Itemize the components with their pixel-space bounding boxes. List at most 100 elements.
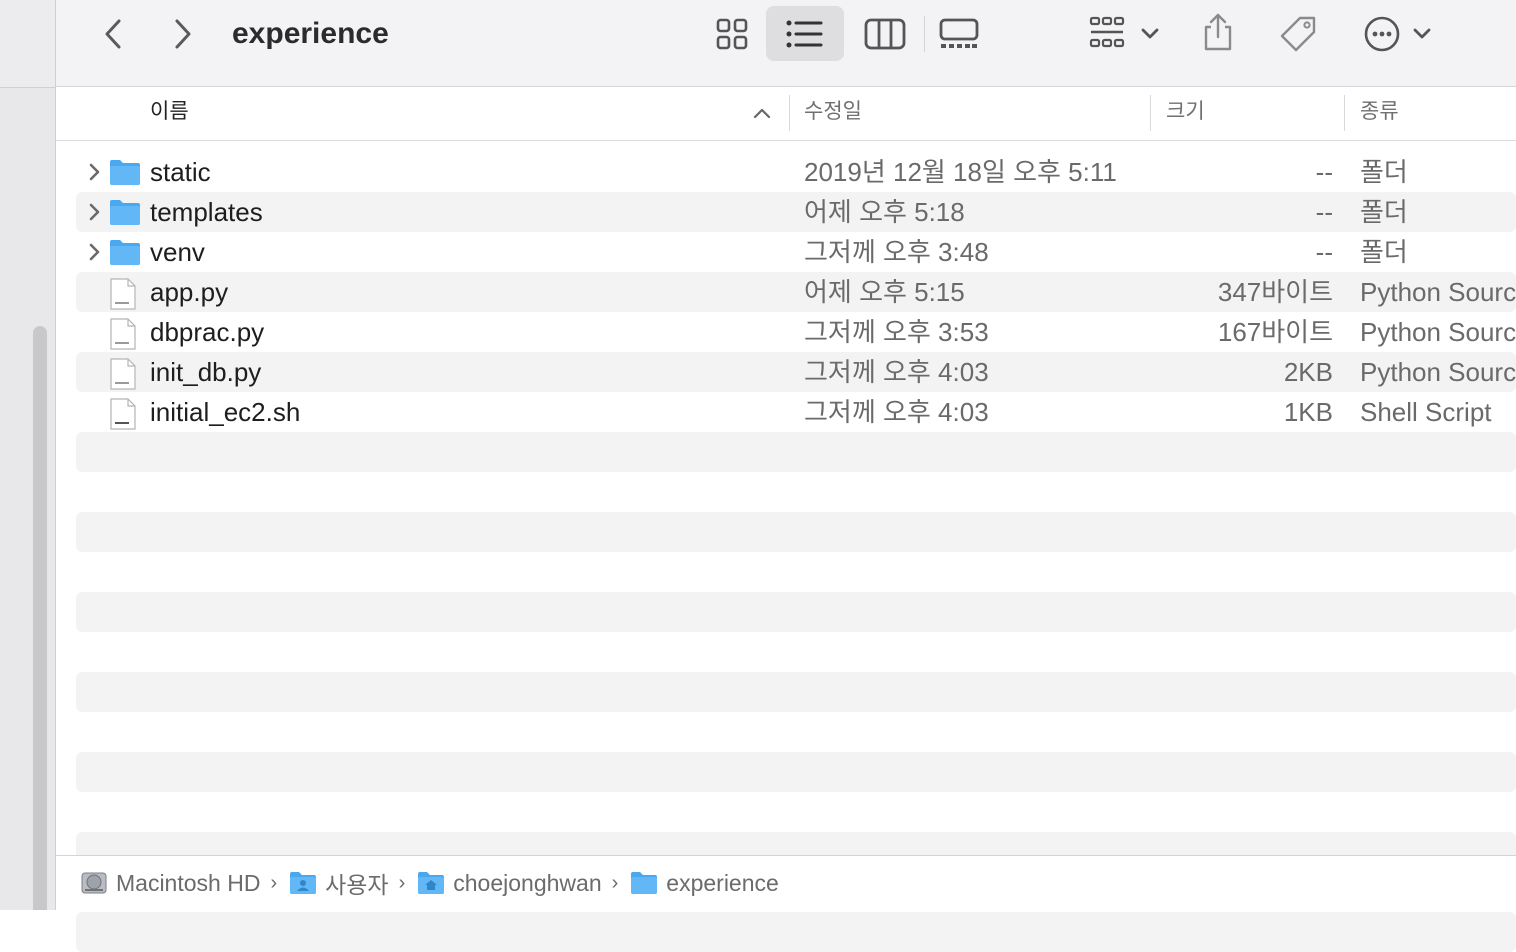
more-icon[interactable] — [1362, 12, 1402, 56]
sidebar-header — [0, 0, 55, 88]
file-name: static — [150, 157, 211, 187]
list-view-button[interactable] — [766, 6, 844, 61]
breadcrumb-current-folder[interactable]: experience — [630, 870, 779, 897]
table-row[interactable]: app.py 어제 오후 5:15 347바이트 Python Source — [76, 272, 1516, 312]
empty-row — [76, 752, 1516, 792]
back-icon[interactable] — [96, 14, 130, 54]
python-file-icon — [109, 278, 137, 315]
file-date: 그저께 오후 4:03 — [804, 397, 989, 427]
list-view-icon — [783, 15, 827, 53]
file-size: 347바이트 — [1217, 277, 1333, 307]
python-file-icon — [109, 358, 137, 395]
gallery-view-icon[interactable] — [936, 14, 982, 54]
file-kind: Python Source — [1360, 357, 1516, 387]
file-size: 167바이트 — [1217, 317, 1333, 347]
column-size[interactable]: 크기 — [1166, 87, 1205, 140]
file-date: 2019년 12월 18일 오후 5:11 — [804, 157, 1117, 187]
breadcrumb-home[interactable]: choejonghwan — [417, 869, 602, 897]
table-row[interactable]: static 2019년 12월 18일 오후 5:11 -- 폴더 — [76, 152, 1516, 192]
breadcrumb-label: Macintosh HD — [116, 869, 261, 896]
table-row[interactable]: initial_ec2.sh 그저께 오후 4:03 1KB Shell Scr… — [76, 392, 1516, 432]
empty-row — [76, 432, 1516, 472]
empty-row — [76, 552, 1516, 592]
file-name: initial_ec2.sh — [150, 397, 301, 427]
empty-row — [76, 592, 1516, 632]
folder-icon — [109, 198, 141, 231]
breadcrumb-chevron-icon: › — [611, 871, 619, 894]
breadcrumb-label: 사용자 — [325, 872, 389, 898]
forward-icon[interactable] — [166, 14, 200, 54]
icon-view-icon[interactable] — [710, 14, 754, 54]
folder-icon — [109, 158, 141, 191]
column-divider[interactable] — [1150, 95, 1151, 131]
breadcrumb-chevron-icon: › — [270, 871, 278, 894]
file-size: 1KB — [1283, 397, 1333, 427]
table-row[interactable]: templates 어제 오후 5:18 -- 폴더 — [76, 192, 1516, 232]
disclosure-chevron-icon[interactable] — [84, 242, 104, 262]
toolbar: experience — [56, 0, 1516, 87]
breadcrumb-users[interactable]: 사용자 — [289, 866, 389, 900]
file-name: app.py — [150, 277, 229, 307]
file-date: 어제 오후 5:18 — [804, 197, 965, 227]
file-name: dbprac.py — [150, 317, 265, 347]
column-name[interactable]: 이름 — [150, 87, 189, 140]
column-kind[interactable]: 종류 — [1360, 87, 1399, 140]
empty-row — [76, 512, 1516, 552]
chevron-down-icon[interactable] — [1410, 22, 1434, 46]
toolbar-divider — [924, 16, 925, 52]
column-header: 이름 수정일 크기 종류 — [56, 87, 1516, 141]
disclosure-chevron-icon[interactable] — [84, 162, 104, 182]
file-size: -- — [1315, 157, 1333, 187]
empty-row — [76, 712, 1516, 752]
path-bar: Macintosh HD › 사용자 › choejonghwan › expe… — [56, 855, 1516, 911]
file-date: 그저께 오후 3:53 — [804, 317, 989, 347]
file-name: templates — [150, 197, 263, 227]
column-date[interactable]: 수정일 — [804, 87, 862, 140]
table-row[interactable]: dbprac.py 그저께 오후 3:53 167바이트 Python Sour… — [76, 312, 1516, 352]
empty-row — [76, 472, 1516, 512]
chevron-down-icon[interactable] — [1138, 22, 1162, 46]
breadcrumb-macintosh-hd[interactable]: Macintosh HD — [80, 869, 260, 897]
file-size: 2KB — [1283, 357, 1333, 387]
column-divider[interactable] — [789, 95, 790, 131]
file-kind: 폴더 — [1360, 237, 1408, 267]
table-row[interactable]: init_db.py 그저께 오후 4:03 2KB Python Source — [76, 352, 1516, 392]
empty-row — [76, 672, 1516, 712]
file-name: venv — [150, 237, 205, 267]
disclosure-chevron-icon[interactable] — [84, 202, 104, 222]
folder-icon — [631, 872, 658, 894]
folder-icon — [109, 238, 141, 271]
file-list: static 2019년 12월 18일 오후 5:11 -- 폴더 templ… — [76, 152, 1516, 952]
sidebar — [0, 0, 56, 910]
share-icon[interactable] — [1198, 10, 1238, 54]
home-folder-icon — [418, 872, 445, 894]
empty-row — [76, 912, 1516, 952]
breadcrumb-label: choejonghwan — [453, 869, 602, 896]
file-size: -- — [1315, 237, 1333, 267]
users-folder-icon — [290, 872, 317, 894]
window-title: experience — [232, 17, 389, 50]
python-file-icon — [109, 318, 137, 355]
file-kind: 폴더 — [1360, 157, 1408, 187]
file-kind: Python Source — [1360, 317, 1516, 347]
file-name: init_db.py — [150, 357, 262, 387]
hard-drive-icon — [81, 872, 107, 894]
file-date: 어제 오후 5:15 — [804, 277, 965, 307]
breadcrumb-label: experience — [666, 869, 779, 896]
file-date: 그저께 오후 3:48 — [804, 237, 989, 267]
sort-ascending-icon[interactable] — [752, 103, 772, 123]
file-kind: 폴더 — [1360, 197, 1408, 227]
empty-row — [76, 792, 1516, 832]
breadcrumb-chevron-icon: › — [398, 871, 406, 894]
tag-icon[interactable] — [1276, 12, 1320, 56]
table-row[interactable]: venv 그저께 오후 3:48 -- 폴더 — [76, 232, 1516, 272]
file-kind: Python Source — [1360, 277, 1516, 307]
sidebar-scrollbar[interactable] — [33, 326, 47, 910]
file-kind: Shell Script — [1360, 397, 1492, 427]
file-date: 그저께 오후 4:03 — [804, 357, 989, 387]
group-icon[interactable] — [1086, 14, 1130, 54]
column-view-icon[interactable] — [862, 14, 908, 54]
column-divider[interactable] — [1344, 95, 1345, 131]
shell-script-icon — [109, 398, 137, 435]
empty-row — [76, 632, 1516, 672]
